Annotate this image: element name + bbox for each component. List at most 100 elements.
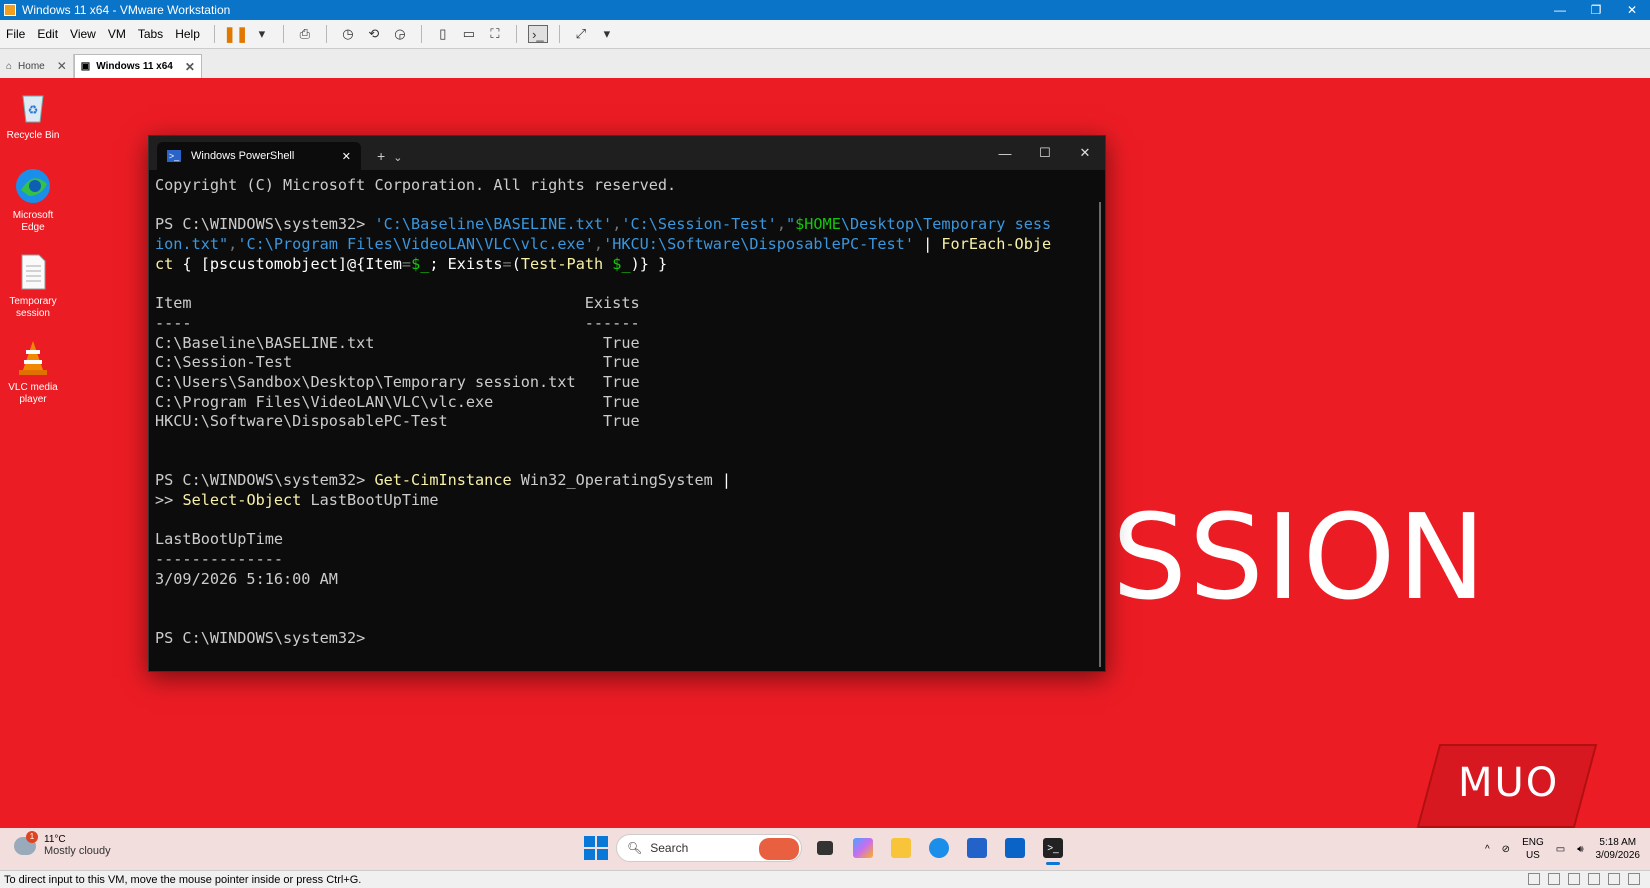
tab-home[interactable]: ⌂ Home ✕: [0, 54, 74, 78]
terminal-line: Copyright (C) Microsoft Corporation. All…: [155, 176, 1085, 196]
device-icons: [1528, 873, 1640, 885]
usb-icon[interactable]: [1588, 873, 1600, 885]
cd-icon[interactable]: [1548, 873, 1560, 885]
terminal-token: Get-CimInstance: [374, 471, 512, 490]
desktop-icon-vlc[interactable]: VLC media player: [2, 338, 64, 406]
minimize-button[interactable]: —: [1542, 3, 1578, 17]
terminal-token: ---- ------: [155, 313, 640, 332]
desktop-icon-label: Recycle Bin: [6, 130, 60, 141]
copilot-icon[interactable]: [848, 833, 878, 863]
network-adapter-icon[interactable]: [1568, 873, 1580, 885]
terminal-token: ,: [228, 235, 238, 254]
tab-windows-11[interactable]: ▣ Windows 11 x64 ✕: [73, 54, 202, 78]
terminal-token: )} }: [630, 254, 668, 273]
terminal-line: C:\Users\Sandbox\Desktop\Temporary sessi…: [155, 373, 1085, 393]
menu-edit[interactable]: Edit: [31, 27, 64, 41]
library-icon[interactable]: ▯: [433, 25, 453, 43]
display-icon[interactable]: ▭: [1556, 844, 1565, 855]
volume-icon[interactable]: 🔊︎: [1577, 844, 1583, 855]
snapshot-icon[interactable]: ◷: [338, 25, 358, 43]
fullscreen-icon[interactable]: ⛶: [485, 25, 505, 43]
terminal-tab[interactable]: >_ Windows PowerShell ✕: [157, 142, 361, 170]
clock[interactable]: 5:18 AM 3/09/2026: [1596, 836, 1641, 862]
send-ctrl-alt-del-icon[interactable]: ⎙: [295, 25, 315, 43]
terminal-line: 3/09/2026 5:16:00 AM: [155, 570, 1085, 590]
menu-vm[interactable]: VM: [102, 27, 132, 41]
thumbnail-icon[interactable]: ▭: [459, 25, 479, 43]
close-button[interactable]: ✕: [1065, 136, 1105, 170]
menu-tabs[interactable]: Tabs: [132, 27, 169, 41]
terminal-token: 'HKCU:\Software\DisposablePC-Test': [603, 235, 914, 254]
console-view-icon[interactable]: ›_: [527, 25, 548, 43]
weather-widget[interactable]: 1 11°C Mostly cloudy: [14, 830, 111, 857]
search-icon: 🔍︎: [627, 841, 643, 855]
weather-icon: 1: [14, 830, 38, 855]
terminal-icon[interactable]: >_: [1038, 833, 1068, 865]
outlook-icon[interactable]: [1000, 833, 1030, 863]
terminal-token: =: [502, 254, 512, 273]
taskbar: 1 11°C Mostly cloudy 🔍︎ Search >_ ^ ⊘ EN…: [0, 828, 1650, 870]
terminal-line: HKCU:\Software\DisposablePC-Test True: [155, 412, 1085, 432]
new-tab-button[interactable]: +: [377, 148, 385, 164]
terminal-token: 3/09/2026 5:16:00 AM: [155, 569, 338, 588]
system-tray: ^ ⊘ ENG US ▭ 🔊︎ 5:18 AM 3/09/2026: [1485, 828, 1640, 870]
revert-snapshot-icon[interactable]: ⟲: [364, 25, 384, 43]
vm-desktop[interactable]: SSION ♻ Recycle Bin Microsoft Edge Tempo…: [0, 78, 1650, 828]
edge-icon: [13, 166, 53, 206]
scrollbar[interactable]: [1099, 202, 1101, 667]
hdd-icon[interactable]: [1528, 873, 1540, 885]
tab-home-label: Home: [18, 60, 45, 72]
clock-time: 5:18 AM: [1599, 837, 1637, 848]
chevron-down-icon[interactable]: ▾: [597, 25, 617, 43]
terminal-titlebar: >_ Windows PowerShell ✕ + ⌄ — ☐ ✕: [149, 136, 1105, 170]
menu-file[interactable]: File: [0, 27, 31, 41]
start-button[interactable]: [584, 836, 608, 860]
terminal-line: C:\Program Files\VideoLAN\VLC\vlc.exe Tr…: [155, 393, 1085, 413]
terminal-token: PS C:\WINDOWS\system32>: [155, 471, 375, 490]
pause-icon[interactable]: ❚❚: [223, 25, 248, 43]
maximize-button[interactable]: ☐: [1025, 136, 1065, 170]
terminal-token: $_: [612, 254, 631, 273]
close-icon[interactable]: ✕: [57, 59, 67, 73]
region-code: US: [1525, 850, 1540, 861]
minimize-button[interactable]: —: [985, 136, 1025, 170]
close-button[interactable]: ✕: [1614, 3, 1650, 17]
menu-help[interactable]: Help: [169, 27, 206, 41]
terminal-output[interactable]: Copyright (C) Microsoft Corporation. All…: [155, 176, 1085, 666]
vmware-menubar: File Edit View VM Tabs Help ❚❚ ▾ ⎙ ◷ ⟲ ◶…: [0, 20, 1650, 48]
search-box[interactable]: 🔍︎ Search: [616, 834, 802, 862]
network-off-icon[interactable]: ⊘: [1502, 844, 1510, 855]
desktop-icon-temporary-session[interactable]: Temporary session: [2, 252, 64, 320]
display-icon[interactable]: [1628, 873, 1640, 885]
edge-icon[interactable]: [924, 833, 954, 863]
chevron-down-icon[interactable]: ▾: [252, 25, 272, 43]
snapshot-manager-icon[interactable]: ◶: [390, 25, 410, 43]
language-indicator[interactable]: ENG US: [1522, 836, 1544, 862]
chevron-down-icon[interactable]: ⌄: [393, 151, 402, 164]
terminal-token: Item: [365, 254, 402, 273]
task-view-icon[interactable]: [810, 833, 840, 863]
powershell-window[interactable]: >_ Windows PowerShell ✕ + ⌄ — ☐ ✕ Copyri…: [148, 135, 1106, 672]
file-explorer-icon[interactable]: [886, 833, 916, 863]
desktop-icon-recycle-bin[interactable]: ♻ Recycle Bin: [2, 86, 64, 142]
desktop-icon-edge[interactable]: Microsoft Edge: [2, 166, 64, 234]
sound-icon[interactable]: [1608, 873, 1620, 885]
menu-view[interactable]: View: [64, 27, 102, 41]
notification-badge: 1: [26, 830, 38, 843]
close-icon[interactable]: ✕: [185, 60, 195, 74]
chevron-up-icon[interactable]: ^: [1485, 844, 1490, 855]
stretch-icon[interactable]: ⤢: [571, 25, 591, 43]
maximize-button[interactable]: ❐: [1578, 3, 1614, 17]
terminal-line: --------------: [155, 550, 1085, 570]
terminal-token: ct: [155, 254, 174, 273]
terminal-line: ---- ------: [155, 314, 1085, 334]
powershell-icon: >_: [167, 150, 181, 162]
terminal-token: Copyright (C) Microsoft Corporation. All…: [155, 176, 677, 194]
close-icon[interactable]: ✕: [342, 150, 351, 163]
store-icon[interactable]: [962, 833, 992, 863]
vmware-tab-strip: ⌂ Home ✕ ▣ Windows 11 x64 ✕: [0, 48, 1650, 78]
